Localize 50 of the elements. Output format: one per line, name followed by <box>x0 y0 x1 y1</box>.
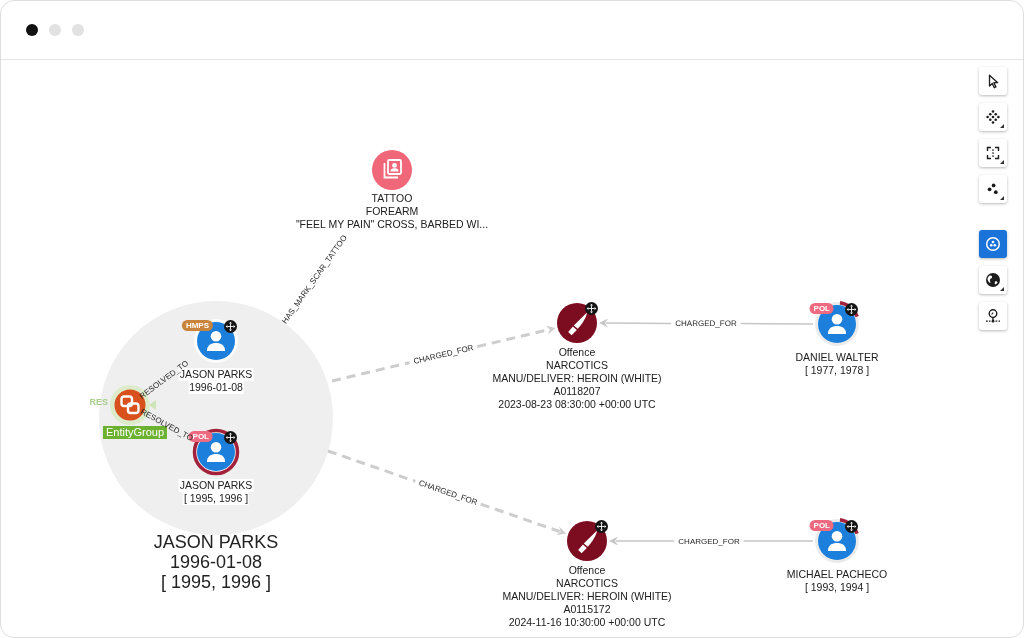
tool-button[interactable] <box>979 175 1007 203</box>
knife-icon[interactable] <box>557 303 597 343</box>
node-label: Offence <box>567 564 607 577</box>
node-label: MANU/DELIVER: HEROIN (WHITE) <box>491 372 663 385</box>
dots-in-circle-icon <box>985 236 1001 252</box>
node-label: TATTOO <box>370 192 414 205</box>
cluster-label: JASON PARKS <box>153 532 279 552</box>
source-badge: POL <box>809 303 834 314</box>
edge-label: CHARGED_FOR <box>678 536 740 546</box>
tool-button[interactable] <box>979 302 1007 330</box>
node-label: 2024-11-16 10:30:00 +00:00 UTC <box>507 616 667 629</box>
cluster-label: [ 1995, 1996 ] <box>160 572 272 592</box>
node-label: JASON PARKS <box>178 479 254 492</box>
pin-icon <box>985 308 1001 324</box>
node-label: A0118207 <box>552 385 602 398</box>
source-badge: HMPS <box>181 320 213 331</box>
edge-label: CHARGED_FOR <box>675 318 737 329</box>
node-label: 2023-08-23 08:30:00 +00:00 UTC <box>497 398 657 411</box>
tool-button[interactable] <box>979 139 1007 167</box>
photo-stack-icon[interactable] <box>372 150 412 190</box>
move-icon[interactable] <box>585 302 598 315</box>
tool-button[interactable] <box>979 103 1007 131</box>
node-label: [ 1995, 1996 ] <box>182 492 250 505</box>
node-label: Offence <box>557 346 597 359</box>
move-icon[interactable] <box>845 520 858 533</box>
node-label: [ 1977, 1978 ] <box>803 364 871 377</box>
frame-corners-icon <box>985 145 1001 161</box>
node-label: NARCOTICS <box>545 359 609 372</box>
three-dots-icon <box>985 181 1001 197</box>
node-label: MICHAEL PACHECO <box>785 568 889 581</box>
tool-button[interactable] <box>979 266 1007 294</box>
node-label: 1996-01-08 <box>188 381 244 394</box>
knife-icon[interactable] <box>567 521 607 561</box>
globe-icon <box>985 272 1001 288</box>
node-label: NARCOTICS <box>555 577 619 590</box>
faded-label: RES <box>89 397 108 408</box>
dot-pattern-icon <box>985 109 1001 125</box>
node-label: MANU/DELIVER: HEROIN (WHITE) <box>501 590 673 603</box>
move-icon[interactable] <box>595 520 608 533</box>
node-label: DANIEL WALTER <box>794 351 880 364</box>
node-label: FOREARM <box>364 205 420 218</box>
source-badge: POL <box>809 520 834 531</box>
tool-button[interactable] <box>979 67 1007 95</box>
node-label: [ 1993, 1994 ] <box>803 581 871 594</box>
move-icon[interactable] <box>845 303 858 316</box>
move-icon[interactable] <box>224 431 237 444</box>
cluster-label: 1996-01-08 <box>169 552 263 572</box>
node-label: "FEEL MY PAIN" CROSS, BARBED WI... <box>294 218 490 231</box>
move-icon[interactable] <box>224 320 237 333</box>
node-label: A0115172 <box>562 603 612 616</box>
